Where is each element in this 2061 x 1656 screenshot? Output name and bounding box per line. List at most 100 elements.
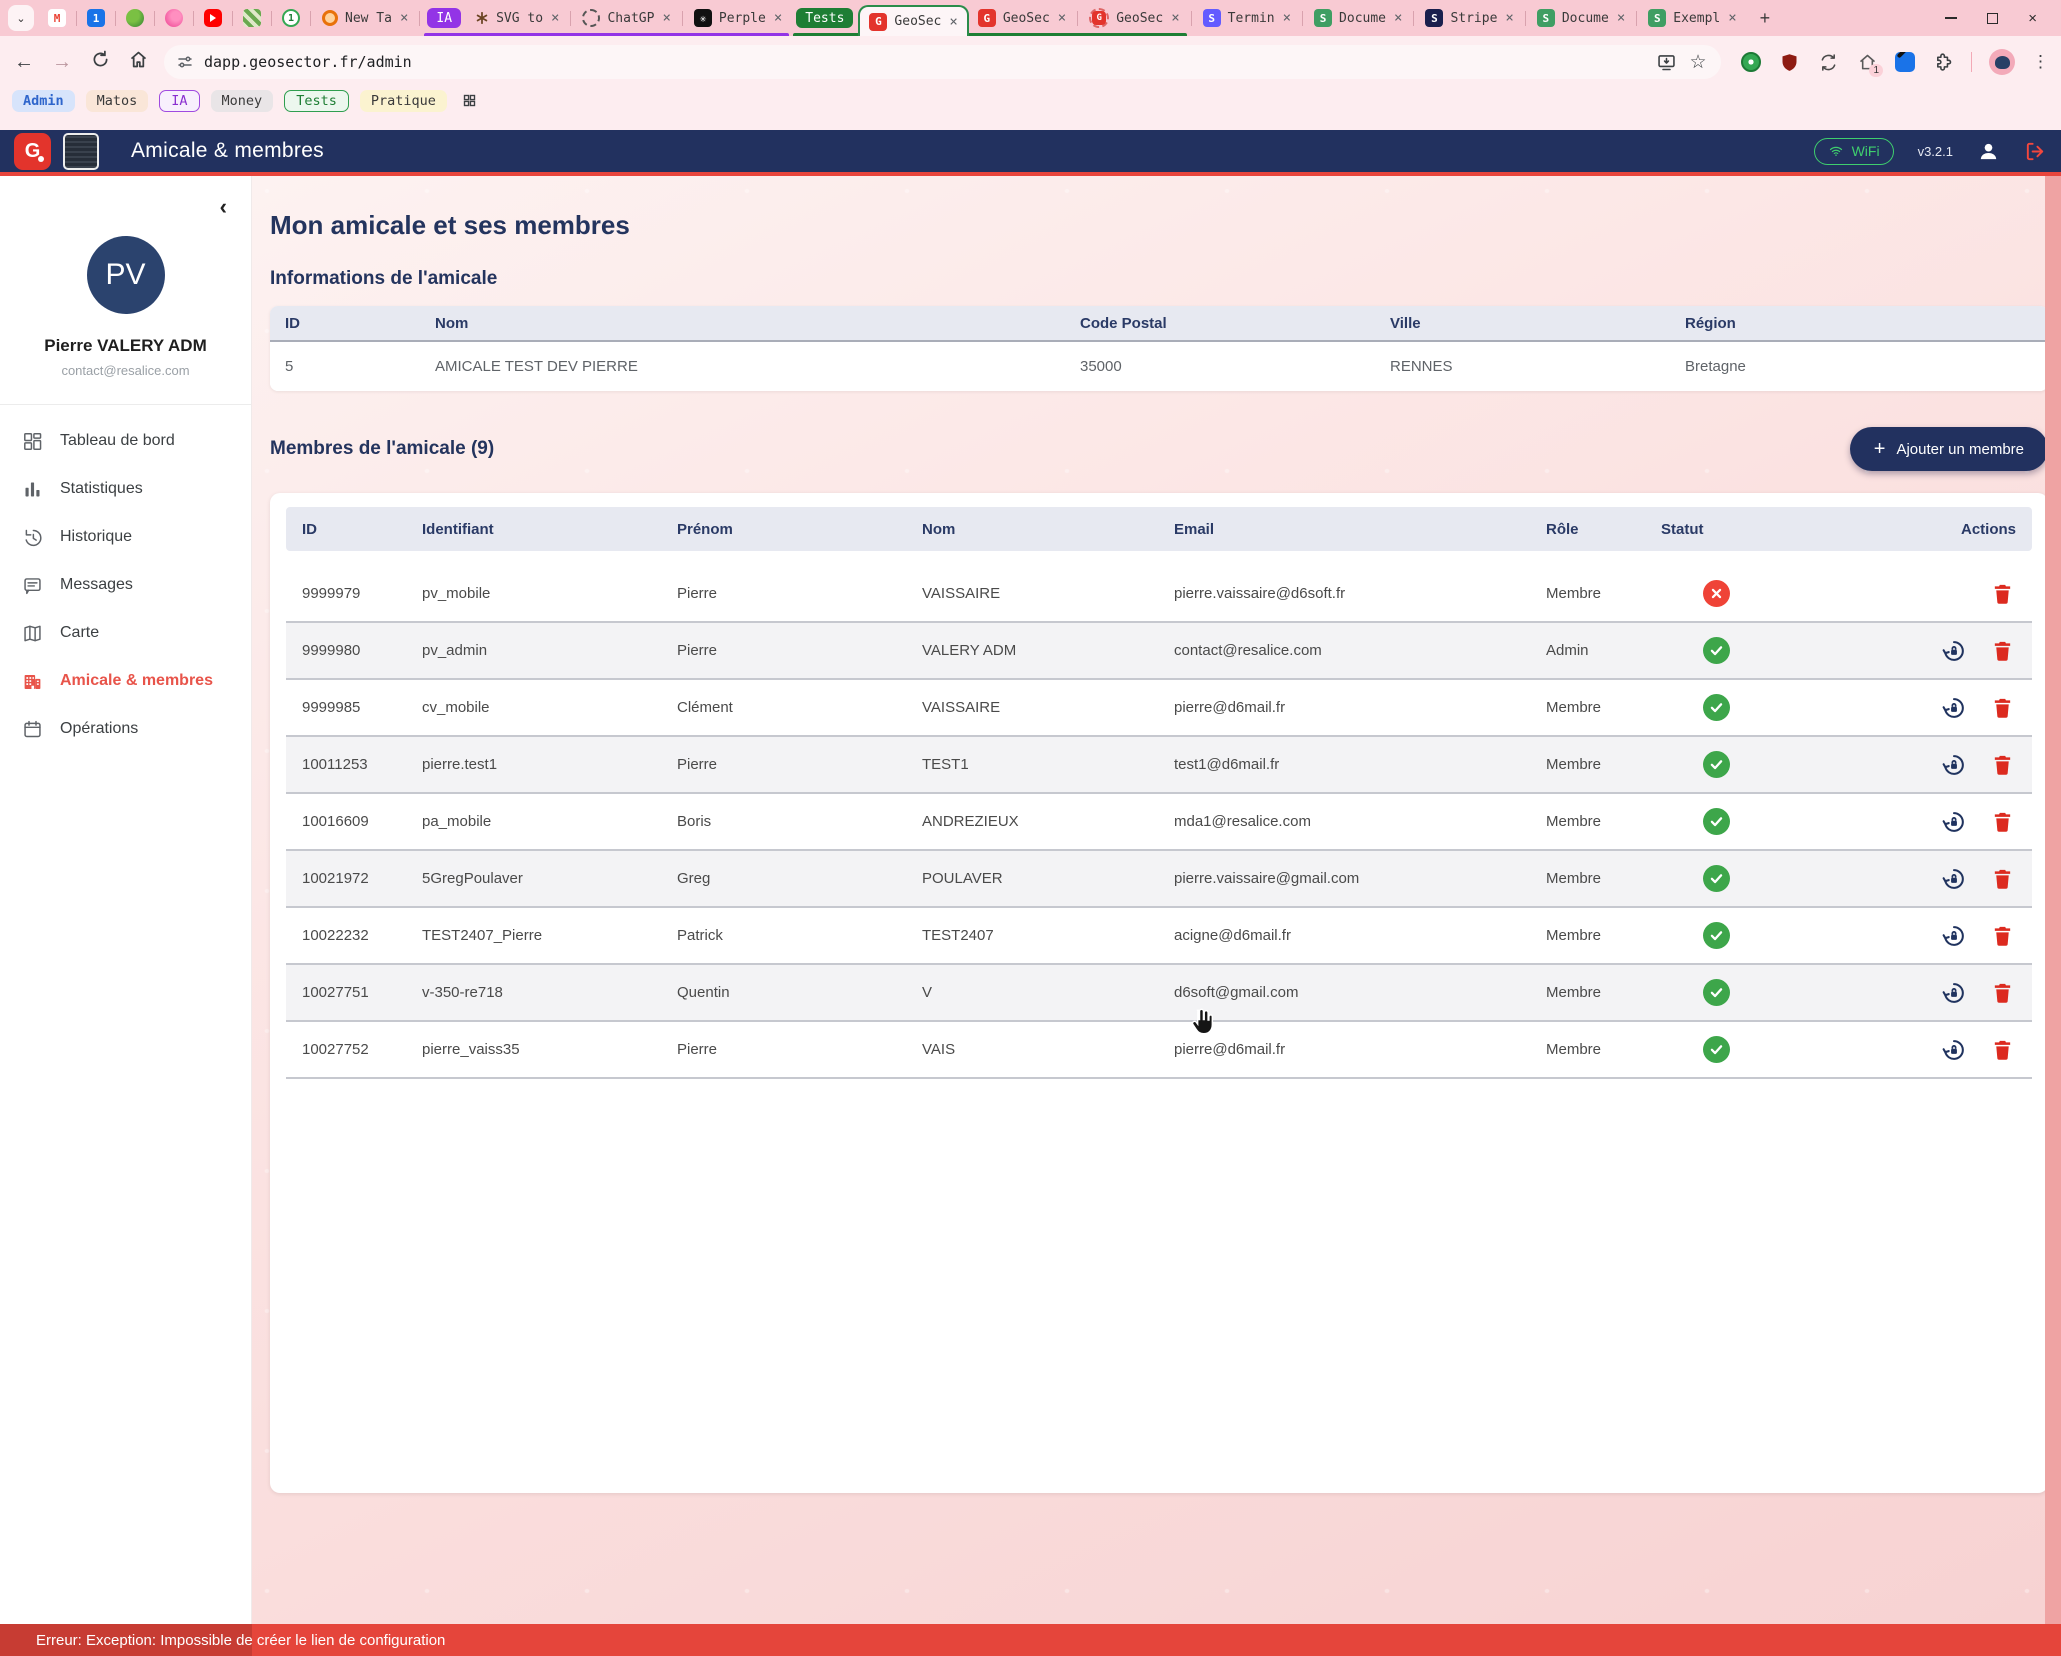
reset-password-button[interactable] <box>1941 866 1967 892</box>
close-tab-icon[interactable]: × <box>774 10 782 26</box>
bookmark-ia[interactable]: IA <box>159 90 199 112</box>
close-tab-icon[interactable]: × <box>1728 10 1736 26</box>
logout-icon[interactable] <box>2024 140 2047 163</box>
pen-extension-icon[interactable] <box>1895 52 1915 72</box>
pinned-tab-pink-app-icon[interactable] <box>165 9 183 27</box>
close-tab-icon[interactable]: × <box>1058 10 1066 26</box>
delete-member-button[interactable] <box>1991 810 2014 833</box>
tab-documentation-1[interactable]: S Docume × <box>1305 0 1411 36</box>
browser-menu-icon[interactable]: ⋮ <box>2032 52 2049 72</box>
tab-search-button[interactable]: ⌄ <box>8 5 34 31</box>
delete-member-button[interactable] <box>1991 1038 2014 1061</box>
cell-id: 5 <box>285 358 435 375</box>
bookmark-admin[interactable]: Admin <box>12 90 75 112</box>
delete-member-button[interactable] <box>1991 867 2014 890</box>
check-icon <box>1708 699 1725 716</box>
bookmark-apps-grid-icon[interactable] <box>462 93 477 113</box>
cell-identifiant: TEST2407_Pierre <box>422 927 677 944</box>
close-tab-icon[interactable]: × <box>1283 10 1291 26</box>
reset-password-button[interactable] <box>1941 809 1967 835</box>
bookmark-money[interactable]: Money <box>211 90 274 112</box>
adblock-shield-icon[interactable] <box>1778 51 1800 73</box>
reset-password-button[interactable] <box>1941 752 1967 778</box>
close-tab-icon[interactable]: × <box>1171 10 1179 26</box>
reset-password-button[interactable] <box>1941 1037 1967 1063</box>
reset-password-icon <box>1941 809 1967 835</box>
column-header: Rôle <box>1546 521 1661 538</box>
sidebar-item-messages[interactable]: Messages <box>0 561 251 609</box>
close-tab-icon[interactable]: × <box>1617 10 1625 26</box>
page-scrollbar[interactable] <box>2045 176 2061 1624</box>
home-icon[interactable] <box>126 49 150 76</box>
sidebar-item-tableau-de-bord[interactable]: Tableau de bord <box>0 417 251 465</box>
window-minimize-button[interactable] <box>1945 17 1957 19</box>
reset-password-button[interactable] <box>1941 923 1967 949</box>
back-icon[interactable]: ← <box>12 51 36 74</box>
delete-member-button[interactable] <box>1991 924 2014 947</box>
tab-perplexity[interactable]: ✳ Perple × <box>685 0 791 36</box>
sidebar-item-amicale-membres[interactable]: Amicale & membres <box>0 657 251 705</box>
pinned-tab-green-app-icon[interactable] <box>126 9 144 27</box>
tab-new-tab[interactable]: New Ta × <box>313 0 417 36</box>
delete-member-button[interactable] <box>1991 753 2014 776</box>
close-tab-icon[interactable]: × <box>400 10 408 26</box>
bookmark-matos[interactable]: Matos <box>86 90 149 112</box>
tab-geosector-2[interactable]: G GeoSec × <box>969 0 1075 36</box>
sync-extension-icon[interactable] <box>1817 51 1839 73</box>
pinned-tab-youtube-icon[interactable] <box>204 9 222 27</box>
bookmark-star-icon[interactable]: ☆ <box>1687 51 1709 73</box>
pinned-tab-notes-icon[interactable]: 1 <box>282 9 300 27</box>
extension-green-icon[interactable] <box>1741 52 1761 72</box>
delete-member-button[interactable] <box>1991 981 2014 1004</box>
bookmark-pratique[interactable]: Pratique <box>360 90 447 112</box>
window-maximize-button[interactable] <box>1987 13 1998 24</box>
delete-member-button[interactable] <box>1991 582 2014 605</box>
extensions-puzzle-icon[interactable] <box>1932 51 1954 73</box>
pinned-tab-map-icon[interactable] <box>243 9 261 27</box>
close-tab-icon[interactable]: × <box>662 10 670 26</box>
url-text[interactable]: dapp.geosector.fr/admin <box>204 53 412 71</box>
tab-group-label-ia[interactable]: IA <box>427 8 461 28</box>
user-account-icon[interactable] <box>1977 140 2000 163</box>
tab-group-label-tests[interactable]: Tests <box>796 8 853 28</box>
tab-geosector-active[interactable]: G GeoSec × <box>858 5 968 36</box>
pinned-tab-gmail-icon[interactable]: M <box>48 9 66 27</box>
sidebar-item-historique[interactable]: Historique <box>0 513 251 561</box>
site-settings-icon[interactable] <box>176 53 194 71</box>
tab-chatgpt[interactable]: ChatGP × <box>573 0 679 36</box>
close-tab-icon[interactable]: × <box>551 10 559 26</box>
close-tab-icon[interactable]: × <box>949 14 957 30</box>
delete-member-button[interactable] <box>1991 696 2014 719</box>
sidebar-item-statistiques[interactable]: Statistiques <box>0 465 251 513</box>
sidebar-item-carte[interactable]: Carte <box>0 609 251 657</box>
tab-documentation-2[interactable]: S Docume × <box>1528 0 1634 36</box>
reset-password-button[interactable] <box>1941 638 1967 664</box>
profile-avatar[interactable] <box>1989 49 2015 75</box>
sidebar-item-operations[interactable]: Opérations <box>0 705 251 753</box>
close-tab-icon[interactable]: × <box>1394 10 1402 26</box>
close-tab-icon[interactable]: × <box>1505 10 1513 26</box>
new-tab-button[interactable]: + <box>1746 8 1785 29</box>
sidebar-collapse-icon[interactable]: ‹ <box>220 196 227 218</box>
add-member-button[interactable]: + Ajouter un membre <box>1850 427 2048 471</box>
tab-exemple[interactable]: S Exempl × <box>1639 0 1745 36</box>
home-extension-icon[interactable]: 1 <box>1856 51 1878 73</box>
delete-member-button[interactable] <box>1991 639 2014 662</box>
column-header: ID <box>302 521 422 538</box>
address-bar[interactable]: dapp.geosector.fr/admin ☆ <box>164 45 1721 79</box>
window-close-button[interactable]: × <box>2028 11 2037 26</box>
forward-icon[interactable]: → <box>50 51 74 74</box>
tab-geosector-3[interactable]: G GeoSec × <box>1080 0 1188 36</box>
tab-stripe[interactable]: S Stripe × <box>1416 0 1522 36</box>
trash-icon <box>1991 810 2014 833</box>
tab-terminal-stripe[interactable]: S Termin × <box>1194 0 1300 36</box>
bookmark-tests[interactable]: Tests <box>284 90 349 112</box>
refresh-icon[interactable] <box>88 49 112 76</box>
reset-password-button[interactable] <box>1941 695 1967 721</box>
pinned-tab-calendar-icon[interactable]: 1 <box>87 9 105 27</box>
install-app-icon[interactable] <box>1655 51 1677 73</box>
tab-svg-to[interactable]: SVG to × <box>466 0 568 36</box>
toolbar-extensions: 1 ⋮ <box>1741 49 2049 75</box>
tab-label: GeoSec <box>1116 11 1163 26</box>
reset-password-button[interactable] <box>1941 980 1967 1006</box>
